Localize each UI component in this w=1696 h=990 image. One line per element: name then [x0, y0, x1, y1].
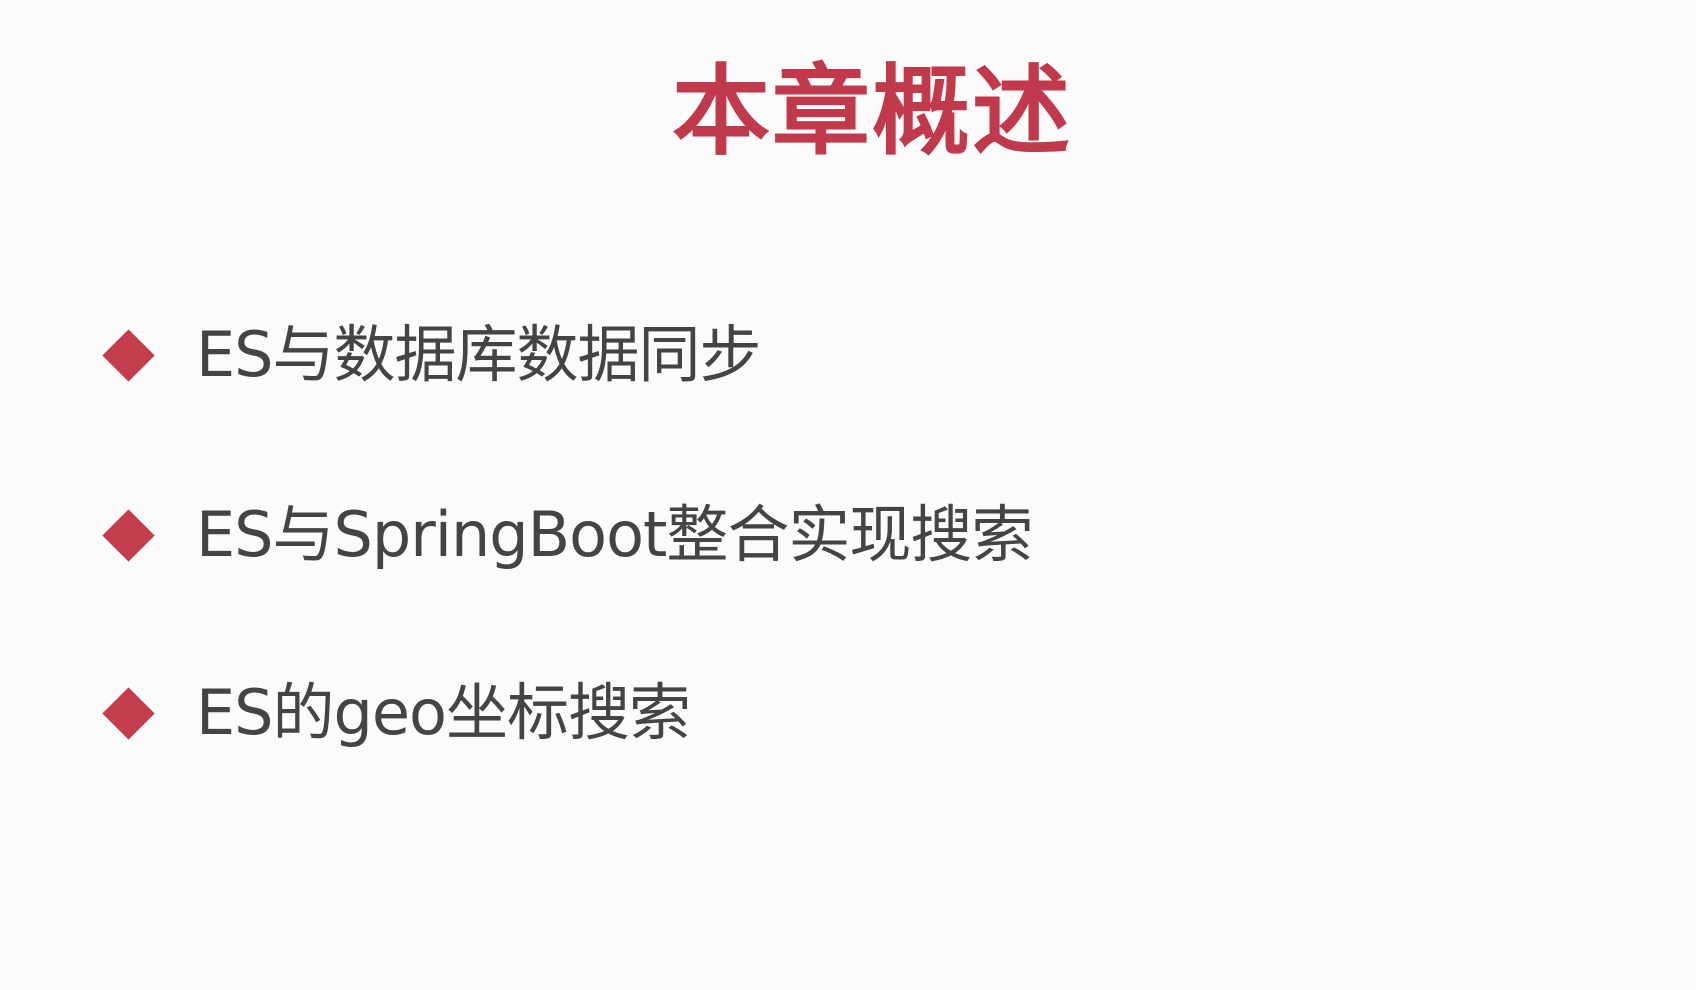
- bullet-list: ES与数据库数据同步 ES与SpringBoot整合实现搜索 ES的geo坐标搜…: [98, 0, 1498, 990]
- diamond-bullet-icon: [102, 508, 155, 562]
- bullet-item-es-geo-search: ES的geo坐标搜索: [98, 673, 691, 753]
- bullet-item-es-springboot-search: ES与SpringBoot整合实现搜索: [98, 495, 1033, 575]
- bullet-text: ES的geo坐标搜索: [196, 676, 691, 749]
- diamond-bullet-icon: [102, 686, 155, 740]
- bullet-text: ES与数据库数据同步: [196, 318, 762, 391]
- bullet-text: ES与SpringBoot整合实现搜索: [196, 498, 1033, 571]
- bullet-item-es-database-sync: ES与数据库数据同步: [98, 315, 762, 395]
- slide: 本章概述 ES与数据库数据同步 ES与SpringBoot整合实现搜索 ES的g…: [0, 0, 1696, 990]
- diamond-bullet-icon: [102, 328, 155, 382]
